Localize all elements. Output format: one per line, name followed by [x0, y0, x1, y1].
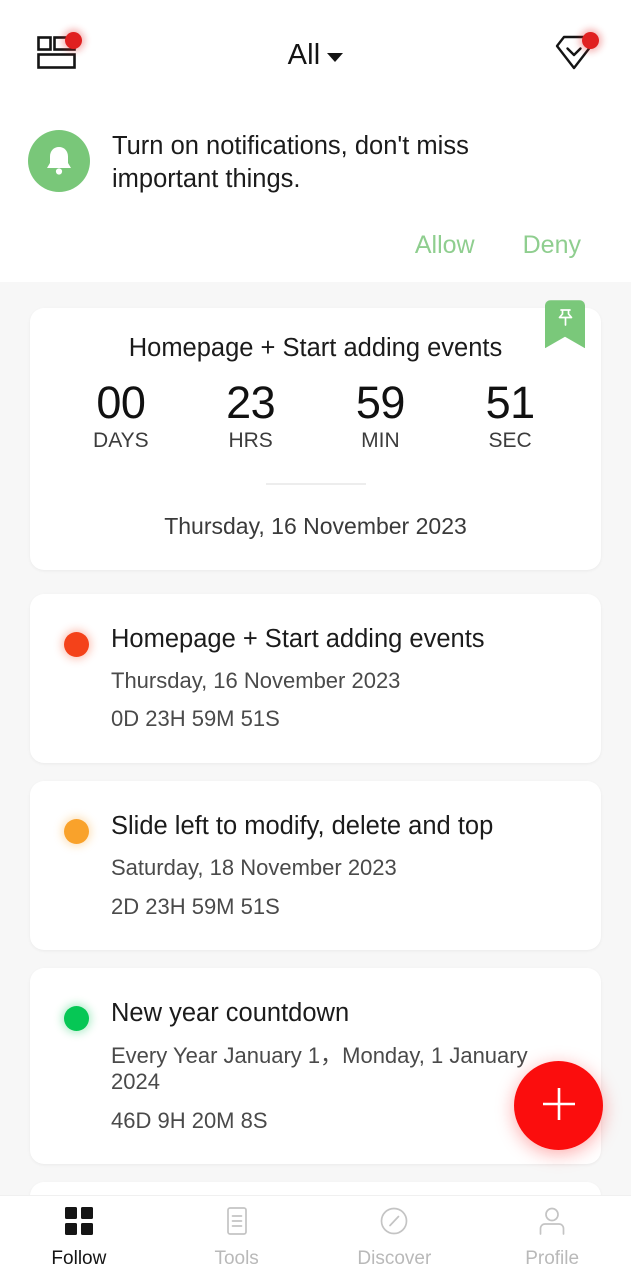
- event-title: Slide left to modify, delete and top: [111, 811, 494, 840]
- notification-message: Turn on notifications, don't miss import…: [112, 132, 469, 193]
- pin-icon: [556, 308, 575, 333]
- event-title: Homepage + Start adding events: [111, 624, 485, 653]
- countdown-days-label: DAYS: [93, 428, 149, 452]
- allow-button[interactable]: Allow: [415, 231, 475, 260]
- countdown-unit-minutes: 59 MIN: [338, 379, 422, 452]
- chevron-down-icon: [327, 52, 344, 62]
- nav-item-follow[interactable]: Follow: [0, 1206, 158, 1270]
- event-color-dot: [64, 1006, 89, 1032]
- countdown-minutes-label: MIN: [361, 428, 400, 452]
- event-date: Saturday, 18 November 2023: [111, 855, 397, 881]
- countdown-unit-seconds: 51 SEC: [468, 379, 552, 452]
- bottom-navigation: Follow Tools Discover Profile: [0, 1195, 631, 1280]
- countdown-hours-label: HRS: [228, 428, 273, 452]
- hero-date: Thursday, 16 November 2023: [164, 512, 467, 539]
- deny-button[interactable]: Deny: [523, 231, 581, 260]
- pinned-countdown-card[interactable]: Homepage + Start adding events 00 DAYS 2…: [30, 300, 601, 570]
- layout-grid-badge-dot: [65, 32, 82, 49]
- event-list-item[interactable]: Slide left to modify, delete and top Sat…: [30, 780, 601, 951]
- event-title: New year countdown: [111, 999, 350, 1028]
- page-title: All: [287, 38, 321, 71]
- countdown-unit-hours: 23 HRS: [209, 379, 293, 452]
- event-color-dot: [64, 631, 89, 657]
- nav-label-tools: Tools: [214, 1248, 259, 1269]
- countdown-hours-value: 23: [226, 377, 276, 429]
- add-event-button[interactable]: [514, 1061, 603, 1150]
- filter-dropdown[interactable]: All: [288, 39, 344, 72]
- hero-title: Homepage + Start adding events: [128, 334, 503, 363]
- event-date: Thursday, 16 November 2023: [111, 668, 401, 694]
- countdown-days-value: 00: [96, 377, 146, 429]
- nav-item-tools[interactable]: Tools: [158, 1206, 316, 1270]
- document-lines-icon: [222, 1206, 252, 1241]
- plus-icon: [536, 1081, 582, 1130]
- nav-label-profile: Profile: [525, 1248, 580, 1269]
- event-remaining: 0D 23H 59M 51S: [111, 706, 280, 732]
- nav-item-discover[interactable]: Discover: [316, 1206, 474, 1270]
- countdown-seconds-value: 51: [485, 377, 536, 429]
- event-remaining: 46D 9H 20M 8S: [111, 1107, 268, 1133]
- countdown-units: 00 DAYS 23 HRS 59 MIN 51 SEC: [30, 379, 601, 452]
- countdown-seconds-label: SEC: [488, 428, 532, 452]
- event-list-item[interactable]: Homepage + Start adding events Thursday,…: [30, 593, 601, 763]
- event-color-dot: [64, 818, 89, 844]
- person-icon: [537, 1206, 567, 1241]
- layout-grid-button[interactable]: [28, 26, 86, 84]
- event-remaining: 2D 23H 59M 51S: [111, 893, 280, 919]
- event-date: Every Year January 1，Monday, 1 January 2…: [111, 1042, 528, 1095]
- grid-squares-icon: [64, 1206, 94, 1241]
- compass-icon: [379, 1206, 409, 1241]
- top-bar: All: [0, 0, 631, 110]
- countdown-minutes-value: 59: [355, 377, 406, 429]
- event-list-item[interactable]: New year countdown Every Year January 1，…: [30, 968, 601, 1165]
- nav-label-follow: Follow: [51, 1248, 107, 1269]
- bell-icon: [28, 130, 90, 192]
- notification-banner: Turn on notifications, don't miss import…: [0, 110, 631, 283]
- nav-item-profile[interactable]: Profile: [473, 1206, 631, 1270]
- hero-divider: [265, 482, 366, 485]
- countdown-unit-days: 00 DAYS: [79, 379, 163, 452]
- nav-label-discover: Discover: [357, 1248, 432, 1269]
- vip-badge-dot: [582, 32, 599, 49]
- vip-button[interactable]: [545, 26, 603, 84]
